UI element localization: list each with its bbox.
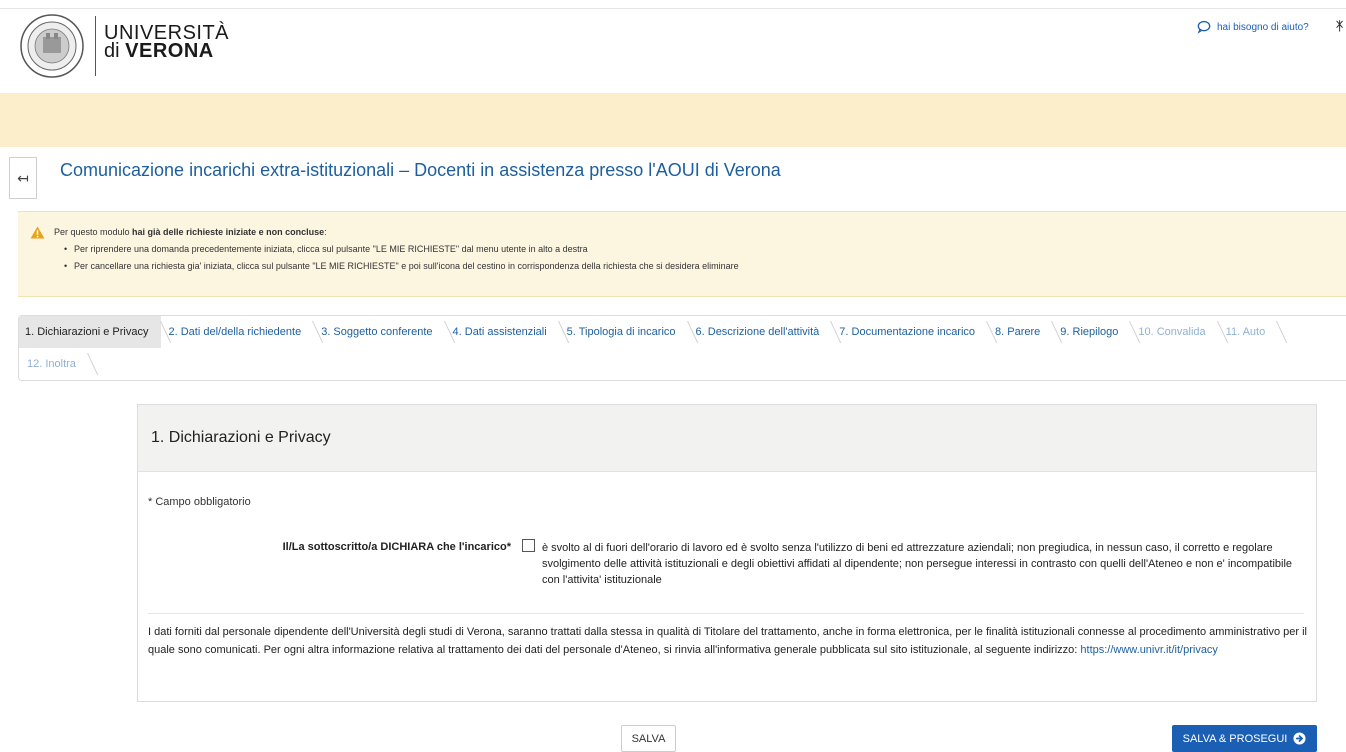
step-documentazione-incarico[interactable]: 7. Documentazione incarico [831, 316, 987, 348]
declare-checkbox[interactable] [522, 539, 535, 552]
notice-band [0, 93, 1346, 147]
step-convalida: 10. Convalida [1130, 316, 1217, 348]
warning-triangle-icon [30, 226, 45, 239]
step-descrizione-attivita[interactable]: 6. Descrizione dell'attività [688, 316, 832, 348]
warning-list: Per riprendere una domanda precedentemen… [64, 243, 739, 277]
step-auto: 11. Auto [1218, 316, 1278, 348]
declare-text: è svolto al di fuori dell'orario di lavo… [542, 542, 1293, 586]
step-inoltra: 12. Inoltra [19, 348, 88, 380]
back-button[interactable]: ↤ [9, 157, 37, 199]
wizard-row: 12. Inoltra [19, 348, 88, 380]
university-seal-logo [20, 14, 84, 78]
required-note: * Campo obbligatorio [148, 496, 251, 508]
card-title: 1. Dichiarazioni e Privacy [151, 429, 331, 446]
arrow-circle-right-icon [1293, 732, 1306, 745]
help-link[interactable]: hai bisogno di aiuto? [1197, 20, 1309, 34]
university-wordmark: UNIVERSITÀ di VERONA [104, 23, 229, 62]
step-soggetto-conferente[interactable]: 3. Soggetto conferente [313, 316, 444, 348]
user-icon[interactable]: ᛡ [1336, 19, 1343, 33]
warning-item: Per cancellare una richiesta gia' inizia… [64, 260, 739, 273]
wizard-steps: 1. Dichiarazioni e Privacy 2. Dati del/d… [18, 315, 1346, 381]
card-divider [148, 613, 1304, 614]
privacy-notice: I dati forniti dal personale dipendente … [148, 623, 1308, 659]
declare-label: Il/La sottoscritto/a DICHIARA che l'inca… [282, 541, 511, 553]
logo-line2: di VERONA [104, 40, 214, 62]
save-next-button[interactable]: SALVA & PROSEGUI [1172, 725, 1317, 752]
save-next-label: SALVA & PROSEGUI [1182, 732, 1288, 745]
top-border [0, 8, 1346, 9]
warning-message: Per questo modulo hai già delle richiest… [54, 227, 327, 237]
step-riepilogo[interactable]: 9. Riepilogo [1052, 316, 1130, 348]
page-title: Comunicazione incarichi extra-istituzion… [60, 160, 781, 180]
warning-item: Per riprendere una domanda precedentemen… [64, 243, 739, 256]
logo-divider [95, 16, 96, 76]
form-card: 1. Dichiarazioni e Privacy * Campo obbli… [137, 404, 1317, 702]
card-header: 1. Dichiarazioni e Privacy [138, 405, 1316, 472]
step-dati-richiedente[interactable]: 2. Dati del/della richiedente [161, 316, 314, 348]
step-tipologia-incarico[interactable]: 5. Tipologia di incarico [559, 316, 688, 348]
save-button[interactable]: SALVA [621, 725, 676, 752]
privacy-link[interactable]: https://www.univr.it/it/privacy [1080, 644, 1218, 656]
step-dichiarazioni-privacy[interactable]: 1. Dichiarazioni e Privacy [19, 316, 161, 348]
warning-box: Per questo modulo hai già delle richiest… [18, 211, 1346, 297]
step-dati-assistenziali[interactable]: 4. Dati assistenziali [445, 316, 559, 348]
help-label: hai bisogno di aiuto? [1217, 21, 1309, 33]
step-parere[interactable]: 8. Parere [987, 316, 1052, 348]
chat-bubble-icon [1197, 20, 1211, 34]
wizard-row: 1. Dichiarazioni e Privacy 2. Dati del/d… [19, 316, 1277, 348]
arrow-left-icon: ↤ [17, 169, 29, 186]
